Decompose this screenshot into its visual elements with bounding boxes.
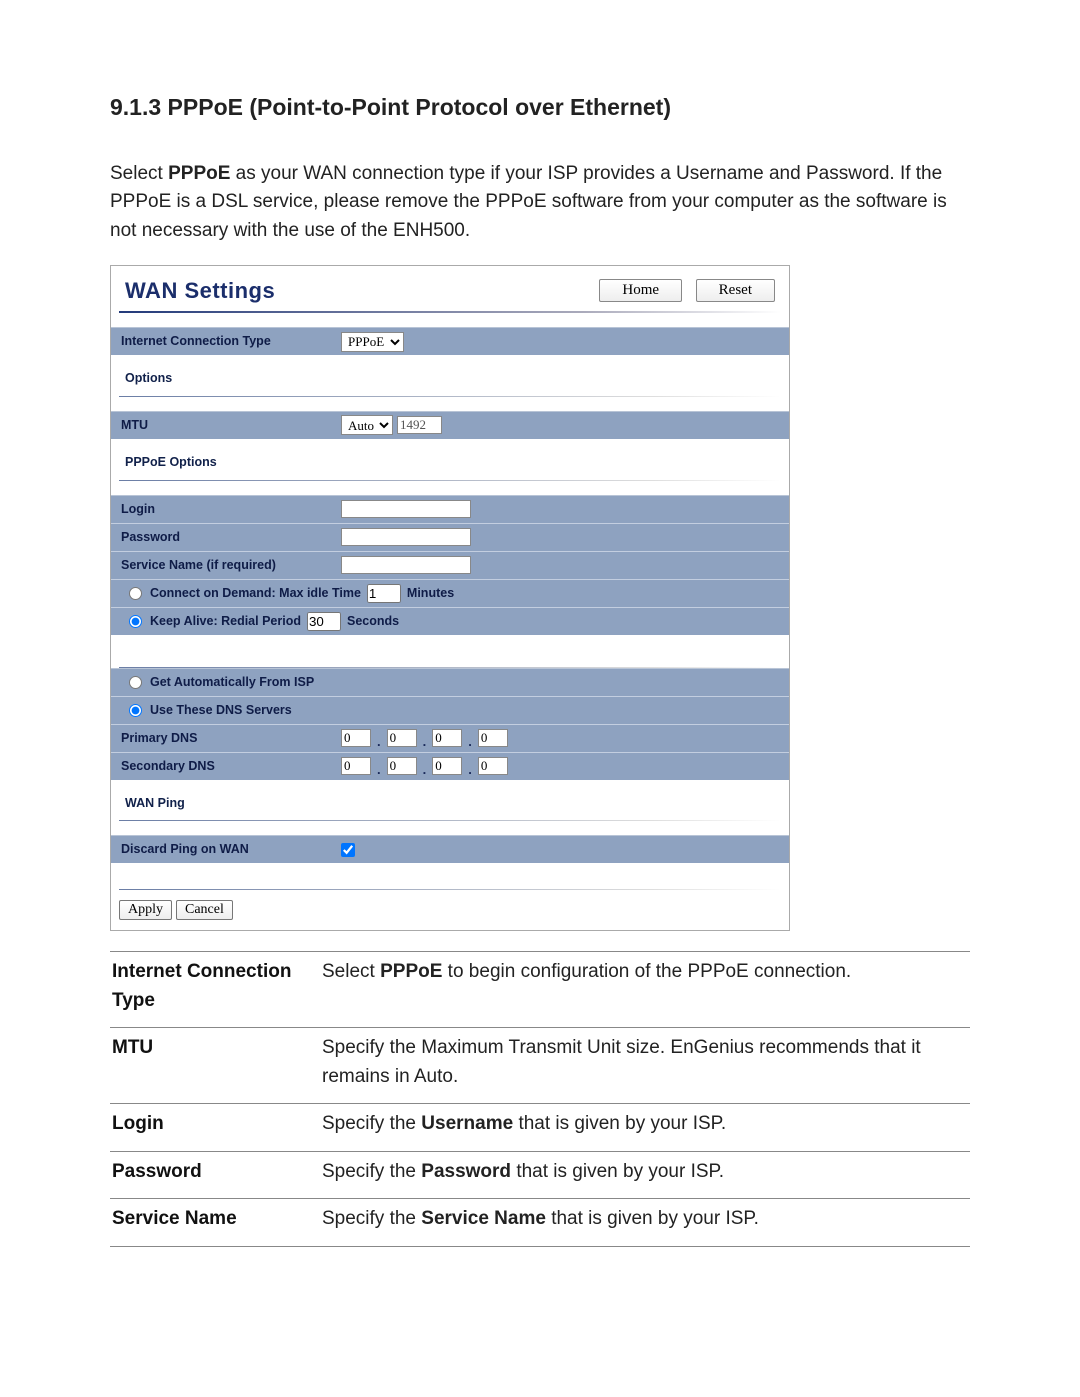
desc-servicename-label: Service Name xyxy=(110,1199,320,1247)
primary-dns-3[interactable] xyxy=(432,729,462,747)
dns-manual-radio[interactable] xyxy=(129,704,142,717)
dns-manual-row: Use These DNS Servers xyxy=(111,696,789,724)
internet-connection-type-row: Internet Connection Type PPPoE xyxy=(111,327,789,355)
discard-ping-row: Discard Ping on WAN xyxy=(111,835,789,863)
table-row: Login Specify the Username that is given… xyxy=(110,1104,970,1152)
desc-password-label: Password xyxy=(110,1151,320,1199)
password-row: Password xyxy=(111,523,789,551)
desc-login-label: Login xyxy=(110,1104,320,1152)
password-label: Password xyxy=(121,528,341,547)
login-input[interactable] xyxy=(341,500,471,518)
secondary-dns-label: Secondary DNS xyxy=(121,757,341,776)
primary-dns-label: Primary DNS xyxy=(121,729,341,748)
secondary-dns-4[interactable] xyxy=(478,757,508,775)
ict-select[interactable]: PPPoE xyxy=(341,332,404,352)
wan-ping-heading: WAN Ping xyxy=(111,780,789,817)
mtu-value-input[interactable] xyxy=(397,416,442,434)
dns-manual-label: Use These DNS Servers xyxy=(150,701,292,720)
keep-alive-row: Keep Alive: Redial Period Seconds xyxy=(111,607,789,635)
keep-alive-radio[interactable] xyxy=(129,615,142,628)
connect-on-demand-label: Connect on Demand: Max idle Time xyxy=(150,584,361,603)
wan-settings-title: WAN Settings xyxy=(125,274,275,307)
primary-dns-1[interactable] xyxy=(341,729,371,747)
desc-ict-label: Internet Connection Type xyxy=(110,952,320,1028)
connect-on-demand-row: Connect on Demand: Max idle Time Minutes xyxy=(111,579,789,607)
description-table: Internet Connection Type Select PPPoE to… xyxy=(110,951,970,1247)
discard-ping-checkbox[interactable] xyxy=(341,843,355,857)
secondary-dns-3[interactable] xyxy=(432,757,462,775)
discard-ping-label: Discard Ping on WAN xyxy=(121,840,341,859)
dns-auto-row: Get Automatically From ISP xyxy=(111,668,789,696)
apply-button[interactable]: Apply xyxy=(119,900,172,920)
reset-button[interactable]: Reset xyxy=(696,279,775,302)
login-label: Login xyxy=(121,500,341,519)
cancel-button[interactable]: Cancel xyxy=(176,900,233,920)
connect-on-demand-radio[interactable] xyxy=(129,587,142,600)
minutes-label: Minutes xyxy=(407,584,454,603)
primary-dns-2[interactable] xyxy=(387,729,417,747)
mtu-label: MTU xyxy=(121,416,341,435)
secondary-dns-1[interactable] xyxy=(341,757,371,775)
secondary-dns-row: Secondary DNS . . . xyxy=(111,752,789,780)
home-button[interactable]: Home xyxy=(599,279,682,302)
service-name-row: Service Name (if required) xyxy=(111,551,789,579)
servicename-input[interactable] xyxy=(341,556,471,574)
section-heading: PPPoE (Point-to-Point Protocol over Ethe… xyxy=(168,94,671,120)
table-row: Service Name Specify the Service Name th… xyxy=(110,1199,970,1247)
table-row: Internet Connection Type Select PPPoE to… xyxy=(110,952,970,1028)
dns-auto-radio[interactable] xyxy=(129,676,142,689)
redial-period-input[interactable] xyxy=(307,612,341,631)
mtu-mode-select[interactable]: Auto xyxy=(341,415,393,435)
keep-alive-label: Keep Alive: Redial Period xyxy=(150,612,301,631)
desc-mtu-label: MTU xyxy=(110,1028,320,1104)
dns-auto-label: Get Automatically From ISP xyxy=(150,673,314,692)
login-row: Login xyxy=(111,495,789,523)
password-input[interactable] xyxy=(341,528,471,546)
options-heading: Options xyxy=(111,355,789,392)
page-title: 9.1.3 PPPoE (Point-to-Point Protocol ove… xyxy=(110,90,970,125)
servicename-label: Service Name (if required) xyxy=(121,556,341,575)
ict-label: Internet Connection Type xyxy=(121,332,341,351)
secondary-dns-2[interactable] xyxy=(387,757,417,775)
intro-paragraph: Select PPPoE as your WAN connection type… xyxy=(110,160,970,246)
primary-dns-row: Primary DNS . . . xyxy=(111,724,789,752)
mtu-row: MTU Auto xyxy=(111,411,789,439)
max-idle-time-input[interactable] xyxy=(367,584,401,603)
section-number: 9.1.3 xyxy=(110,94,161,120)
table-row: Password Specify the Password that is gi… xyxy=(110,1151,970,1199)
wan-settings-panel: WAN Settings Home Reset Internet Connect… xyxy=(110,265,790,931)
primary-dns-4[interactable] xyxy=(478,729,508,747)
pppoe-options-heading: PPPoE Options xyxy=(111,439,789,476)
table-row: MTU Specify the Maximum Transmit Unit si… xyxy=(110,1028,970,1104)
seconds-label: Seconds xyxy=(347,612,399,631)
